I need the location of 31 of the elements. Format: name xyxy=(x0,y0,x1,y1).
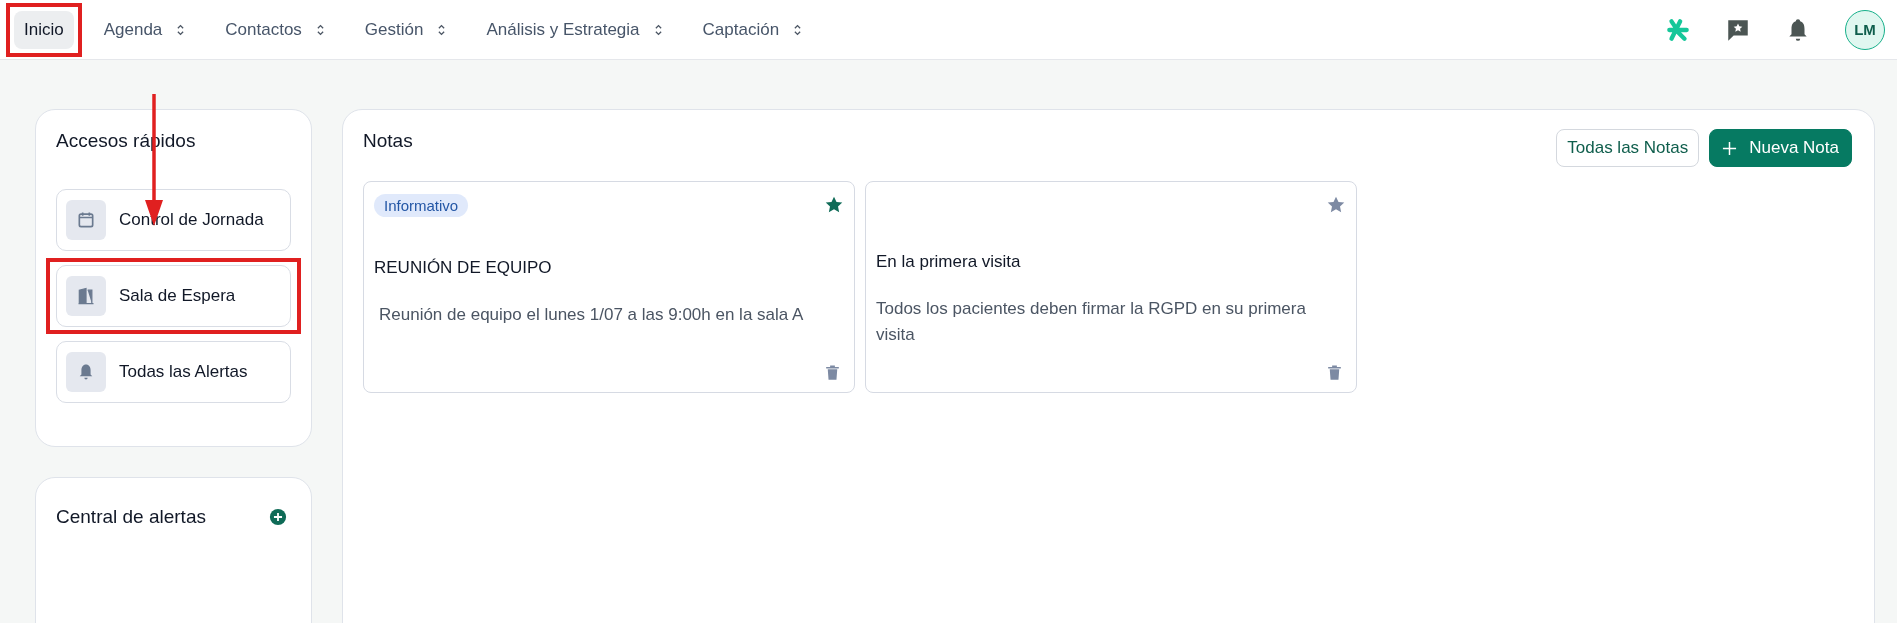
nav-tab[interactable]: Análisis y Estrategia xyxy=(476,10,673,49)
chevron-updown-icon xyxy=(653,22,663,37)
nav-tab[interactable]: Contactos xyxy=(215,10,335,49)
all-notes-button[interactable]: Todas las Notas xyxy=(1556,129,1700,167)
user-avatar[interactable]: LM xyxy=(1845,9,1885,50)
door-icon xyxy=(76,286,96,306)
nav-tab[interactable]: Agenda xyxy=(93,10,196,49)
nav-tab[interactable]: Inicio xyxy=(14,10,74,49)
quick-access-item[interactable]: Todas las Alertas xyxy=(56,341,291,403)
note-text: Todos los pacientes deben firmar la RGPD en su primera visita xyxy=(876,298,1307,346)
chevron-updown-icon xyxy=(315,22,325,37)
trash-icon[interactable] xyxy=(1325,363,1344,382)
add-icon[interactable] xyxy=(269,508,287,526)
calendar-icon xyxy=(76,210,96,230)
note-title: REUNIÓN DE EQUIPO xyxy=(374,258,553,278)
star-icon[interactable] xyxy=(1326,195,1346,215)
plus-icon xyxy=(1722,140,1738,156)
star-icon[interactable] xyxy=(824,195,844,215)
nav-tab[interactable]: Gestión xyxy=(354,10,457,49)
section-title: Central de alertas xyxy=(56,506,206,528)
section-title: Notas xyxy=(363,130,413,152)
new-note-button[interactable]: Nueva Nota xyxy=(1709,129,1852,167)
note-text: Reunión de equipo el lunes 1/07 a las 9:00h en la sala A xyxy=(379,304,805,326)
note-title: En la primera visita xyxy=(876,252,1022,272)
chevron-updown-icon xyxy=(437,22,447,37)
nav-tab[interactable]: Captación xyxy=(692,10,813,49)
trash-icon[interactable] xyxy=(823,363,842,382)
chevron-updown-icon xyxy=(176,22,186,37)
chevron-updown-icon xyxy=(793,22,803,37)
category-tag: Informativo xyxy=(374,193,469,217)
quick-access-item[interactable]: Sala de Espera xyxy=(56,265,291,327)
